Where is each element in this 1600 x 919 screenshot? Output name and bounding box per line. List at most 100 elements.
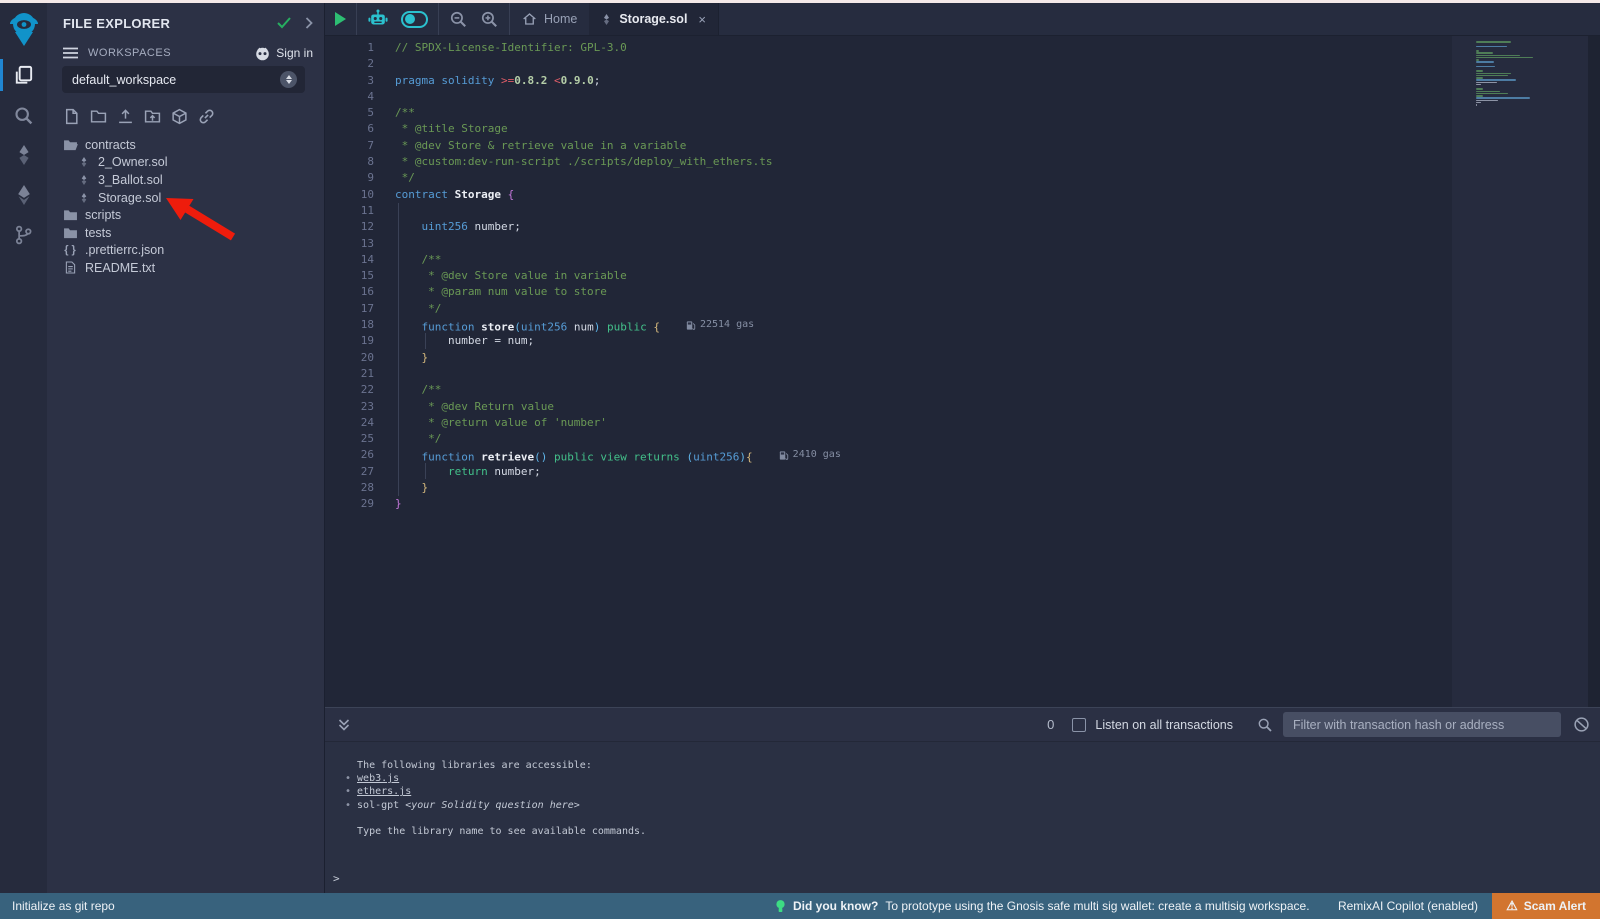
code-line: uint256 number; bbox=[395, 219, 1440, 235]
line-number: 6 bbox=[325, 121, 374, 137]
sidebar-item-deploy-run[interactable] bbox=[0, 175, 47, 215]
line-number: 15 bbox=[325, 268, 374, 284]
code-line: * @dev Store value in variable bbox=[395, 268, 1440, 284]
cube-icon[interactable] bbox=[171, 108, 188, 125]
tree-item-label: scripts bbox=[85, 208, 121, 222]
code-line: } bbox=[395, 480, 1440, 496]
code-line: } bbox=[395, 350, 1440, 366]
gas-icon bbox=[686, 320, 696, 331]
tree-item-2-owner-sol[interactable]: 2_Owner.sol bbox=[47, 154, 325, 172]
tree-item-scripts[interactable]: scripts bbox=[47, 206, 325, 224]
solidity-file-icon bbox=[79, 156, 89, 168]
remix-ide-window: ⚙ FILE EXPLORER WORKSPACES bbox=[0, 0, 1600, 919]
terminal-line: •web3.js bbox=[345, 772, 646, 785]
upload-folder-icon[interactable] bbox=[144, 108, 161, 125]
run-script-button[interactable] bbox=[335, 12, 346, 26]
line-number: 17 bbox=[325, 301, 374, 317]
listen-transactions-checkbox[interactable] bbox=[1072, 718, 1086, 732]
workspace-dropdown[interactable]: default_workspace bbox=[62, 66, 305, 93]
code-line bbox=[395, 236, 1440, 252]
code-line bbox=[395, 56, 1440, 72]
sidebar-item-git[interactable] bbox=[0, 215, 47, 255]
code-line: /** bbox=[395, 105, 1440, 121]
line-number: 20 bbox=[325, 350, 374, 366]
solidity-compiler-icon bbox=[14, 144, 34, 166]
listen-transactions-label: Listen on all transactions bbox=[1095, 718, 1233, 732]
new-folder-icon[interactable] bbox=[90, 108, 107, 125]
sidebar-item-file-explorer[interactable] bbox=[0, 55, 47, 95]
line-number: 12 bbox=[325, 219, 374, 235]
clear-console-icon[interactable] bbox=[1573, 716, 1590, 733]
copilot-toggle[interactable] bbox=[401, 11, 428, 28]
code-line: function retrieve() public view returns … bbox=[395, 447, 1440, 463]
close-tab-icon[interactable]: × bbox=[698, 12, 706, 27]
scrollbar-gutter[interactable] bbox=[1588, 36, 1600, 707]
terminal-output: The following libraries are accessible:•… bbox=[345, 759, 646, 838]
tree-item-label: README.txt bbox=[85, 261, 155, 275]
terminal-toolbar: 0 Listen on all transactions bbox=[325, 707, 1600, 742]
transaction-count-badge: 0 bbox=[1047, 717, 1054, 732]
sidebar-item-solidity-compiler[interactable] bbox=[0, 135, 47, 175]
line-number: 25 bbox=[325, 431, 374, 447]
minimap-strip bbox=[1452, 36, 1588, 707]
minimap[interactable] bbox=[1476, 41, 1582, 106]
code-line: * @return value of 'number' bbox=[395, 415, 1440, 431]
tree-item-storage-sol[interactable]: Storage.sol bbox=[47, 189, 325, 207]
git-init-status[interactable]: Initialize as git repo bbox=[12, 893, 115, 919]
indent-guide bbox=[398, 203, 399, 496]
copilot-status[interactable]: RemixAI Copilot (enabled) bbox=[1338, 893, 1478, 919]
code-line: number = num; bbox=[395, 333, 1440, 349]
terminal[interactable]: The following libraries are accessible:•… bbox=[325, 742, 1600, 893]
code-line: */ bbox=[395, 431, 1440, 447]
hamburger-menu-icon[interactable] bbox=[63, 47, 78, 59]
line-number: 8 bbox=[325, 154, 374, 170]
gas-estimate-badge: 2410 gas bbox=[779, 447, 841, 463]
tree-item-tests[interactable]: tests bbox=[47, 224, 325, 242]
tree-item--prettierrc-json[interactable]: { }.prettierrc.json bbox=[47, 242, 325, 260]
tab-storage-sol[interactable]: Storage.sol × bbox=[589, 3, 719, 35]
new-file-icon[interactable] bbox=[63, 108, 80, 125]
sidebar-item-search[interactable] bbox=[0, 95, 47, 135]
solidity-file-icon bbox=[79, 174, 89, 186]
transaction-filter-input[interactable] bbox=[1283, 712, 1561, 737]
line-number: 4 bbox=[325, 89, 374, 105]
expand-terminal-icon[interactable] bbox=[337, 718, 351, 732]
code-line bbox=[395, 366, 1440, 382]
line-number: 24 bbox=[325, 415, 374, 431]
tab-home[interactable]: Home bbox=[510, 3, 589, 35]
folder-open-icon bbox=[63, 139, 78, 151]
editor-gutter: 1234567891011121314151617181920212223242… bbox=[325, 40, 374, 513]
tree-item-contracts[interactable]: contracts bbox=[47, 136, 325, 154]
code-editor[interactable]: 1234567891011121314151617181920212223242… bbox=[325, 36, 1600, 707]
code-line: } bbox=[395, 496, 1440, 512]
gas-estimate-badge: 22514 gas bbox=[686, 317, 754, 333]
file-tree: contracts2_Owner.sol3_Ballot.solStorage.… bbox=[47, 136, 325, 277]
terminal-link[interactable]: web3.js bbox=[357, 773, 399, 784]
zoom-out-icon[interactable] bbox=[449, 10, 468, 29]
sign-in-button[interactable]: Sign in bbox=[254, 46, 313, 61]
tree-item-3-ballot-sol[interactable]: 3_Ballot.sol bbox=[47, 171, 325, 189]
line-number: 10 bbox=[325, 187, 374, 203]
file-explorer-panel: FILE EXPLORER WORKSPACES Sign in bbox=[47, 3, 325, 893]
line-number: 18 bbox=[325, 317, 374, 333]
remix-logo-icon[interactable] bbox=[0, 3, 47, 55]
terminal-link[interactable]: ethers.js bbox=[357, 786, 411, 797]
zoom-in-icon[interactable] bbox=[480, 10, 499, 29]
code-line: /** bbox=[395, 252, 1440, 268]
warning-icon: ⚠ bbox=[1506, 898, 1518, 914]
check-icon[interactable] bbox=[277, 17, 291, 29]
terminal-line: •sol-gpt <your Solidity question here> bbox=[345, 799, 646, 812]
code-line: * @custom:dev-run-script ./scripts/deplo… bbox=[395, 154, 1440, 170]
terminal-search-icon[interactable] bbox=[1257, 717, 1273, 733]
chevron-right-icon[interactable] bbox=[305, 17, 313, 29]
upload-file-icon[interactable] bbox=[117, 108, 134, 125]
scam-alert-badge[interactable]: ⚠ Scam Alert bbox=[1492, 893, 1600, 919]
terminal-prompt[interactable]: > bbox=[333, 872, 340, 885]
ai-robot-icon[interactable] bbox=[367, 9, 389, 29]
file-toolbar bbox=[63, 108, 215, 125]
link-icon[interactable] bbox=[198, 108, 215, 125]
activity-bar: ⚙ bbox=[0, 3, 47, 893]
code-line: * @dev Store & retrieve value in a varia… bbox=[395, 138, 1440, 154]
tree-item-readme-txt[interactable]: README.txt bbox=[47, 259, 325, 277]
active-indicator bbox=[0, 59, 3, 91]
